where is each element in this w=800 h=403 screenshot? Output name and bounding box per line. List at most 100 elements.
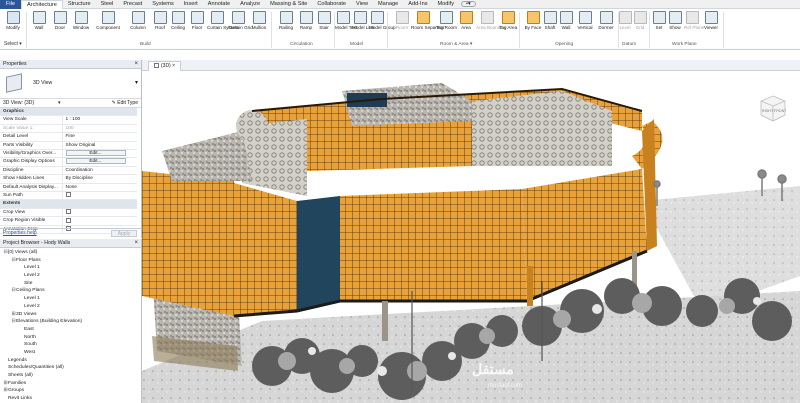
browser-node[interactable]: Level 2 [2,303,139,311]
build-curtain-grid-button[interactable]: Curtain Grid [228,11,253,47]
property-row: Parts Visibility Show Original [0,141,137,151]
ribbon-tab-bar: File Architecture Structure Steel Precast Sys… [0,0,800,9]
tab-file[interactable]: File [0,0,22,9]
close-icon[interactable]: × [134,239,138,248]
room-area-tag-area-button[interactable]: Tag Area [499,11,517,47]
property-row: View Scale 1 : 100 [0,115,137,125]
build-door-button[interactable]: Door [50,11,70,47]
contextual-tab-toggle[interactable]: •▾ [461,1,476,7]
checkbox[interactable] [65,217,71,223]
ribbon: Modify Select ▾ Wall Door Window Component C… [0,9,800,50]
work-plane-set-button[interactable]: Set [652,11,666,47]
tab-architecture[interactable]: Architecture [21,0,63,9]
property-row: Sun Path [0,191,137,201]
build-mullion-button[interactable]: Mullion [249,11,269,47]
browser-node[interactable]: ⊟Elevations (Building Elevation) [2,318,139,326]
grid-icon [633,11,647,24]
browser-node[interactable]: South [2,341,139,349]
build-curtain-system-button[interactable]: Curtain System [207,11,238,47]
tab-systems[interactable]: Systems [147,0,178,9]
component-icon [101,11,115,24]
browser-node[interactable]: Level 1 [2,264,139,272]
chevron-down-icon[interactable]: ▾ [135,79,138,86]
properties-help-link[interactable]: Properties help [3,230,37,236]
view-tab-3d[interactable]: (3D) × [148,61,182,71]
checkbox[interactable] [65,192,71,198]
property-row: Scale Value 1: 100 [0,124,137,134]
browser-node[interactable]: ⊞Groups [2,387,139,395]
work-plane-viewer-button[interactable]: Viewer [701,11,721,47]
property-row: Crop View [0,208,137,218]
door-icon [53,11,67,24]
build-ceiling-button[interactable]: Ceiling [169,11,187,47]
select-dropdown[interactable]: Select ▾ [4,41,22,47]
opening-by-face-button[interactable]: By Face [524,11,542,47]
tab-insert[interactable]: Insert [179,0,203,9]
tab-precast[interactable]: Precast [118,0,147,9]
build-window-button[interactable]: Window [71,11,91,47]
model-model-group-button[interactable]: Model Group [369,11,396,47]
tab-annotate[interactable]: Annotate [203,0,235,9]
tab-structure[interactable]: Structure [63,0,96,9]
close-icon[interactable]: × [172,63,175,69]
opening-dormer-button[interactable]: Dormer [596,11,616,47]
checkbox[interactable] [65,209,71,215]
build-wall-button[interactable]: Wall [29,11,49,47]
room-area-room-separator-button[interactable]: Room Separator [411,11,445,47]
edit-type-button[interactable]: ✎ Edit Type [112,99,138,108]
tag-area-icon [501,11,515,24]
browser-node[interactable]: Schedules/Quantities (all) [2,364,139,372]
tab-modify[interactable]: Modify [433,0,459,9]
browser-node[interactable]: ⊟[0] Views (all) [2,249,139,257]
3d-view-icon [154,63,159,69]
section-header[interactable]: Extents [0,199,137,209]
tab-massing-site[interactable]: Massing & Site [265,0,312,9]
browser-node[interactable]: West [2,349,139,357]
edit-button[interactable]: Edit... [65,158,126,165]
build-roof-button[interactable]: Roof [152,11,168,47]
close-icon[interactable]: × [134,60,138,69]
wall-icon [559,11,573,24]
browser-node[interactable]: Site [2,280,139,288]
browser-node[interactable]: ⊞3D Views [2,311,139,319]
build-component-button[interactable]: Component [92,11,124,47]
view-cube-right-face[interactable]: RIGHT [762,109,773,113]
browser-node[interactable]: East [2,326,139,334]
room-area-area-boundary-button[interactable]: Area Boundary [476,11,507,47]
browser-node[interactable]: ⊟Ceiling Plans [2,287,139,295]
tab-manage[interactable]: Manage [373,0,403,9]
chevron-down-icon[interactable]: ▾ [58,99,61,108]
view-cube-front-face[interactable]: FRONT [774,109,786,113]
instance-selector[interactable]: 3D View: {3D} ▾ ✎ Edit Type [0,99,141,108]
browser-node[interactable]: Sheets (all) [2,372,139,380]
tab-analyze[interactable]: Analyze [235,0,265,9]
model-model-text-button[interactable]: Model Text [335,11,357,47]
browser-node[interactable]: Level 1 [2,295,139,303]
ceiling-icon [171,11,185,24]
edit-button[interactable]: Edit... [65,150,126,157]
browser-node[interactable]: North [2,334,139,342]
properties-footer: Properties help Apply [0,228,141,237]
tab-collaborate[interactable]: Collaborate [312,0,351,9]
browser-node[interactable]: Legends [2,357,139,365]
section-header[interactable]: Graphics [0,108,137,117]
tab-steel[interactable]: Steel [96,0,119,9]
tab-view[interactable]: View [351,0,373,9]
view-cube[interactable]: RIGHT FRONT [760,95,786,123]
build-floor-button[interactable]: Floor [188,11,206,47]
tab-add-ins[interactable]: Add-Ins [403,0,432,9]
room-icon [395,11,409,24]
window-icon [74,11,88,24]
ramp-icon [299,11,313,24]
browser-node[interactable]: Revit Links [2,395,139,403]
apply-button[interactable]: Apply [111,230,137,237]
browser-node[interactable]: ⊟Floor Plans [2,257,139,265]
property-row: Discipline Coordination [0,166,137,176]
opening-vertical-button[interactable]: Vertical [575,11,595,47]
circulation-stair-button[interactable]: Stair [316,11,332,47]
room-area-room-button[interactable]: Room [394,11,410,47]
browser-node[interactable]: Level 2 [2,272,139,280]
browser-node[interactable]: ⊞Families [2,380,139,388]
3d-viewport[interactable]: RIGHT FRONT مستقل mostaql.com [142,71,800,403]
type-selector[interactable]: 3D View ▾ [0,69,141,99]
